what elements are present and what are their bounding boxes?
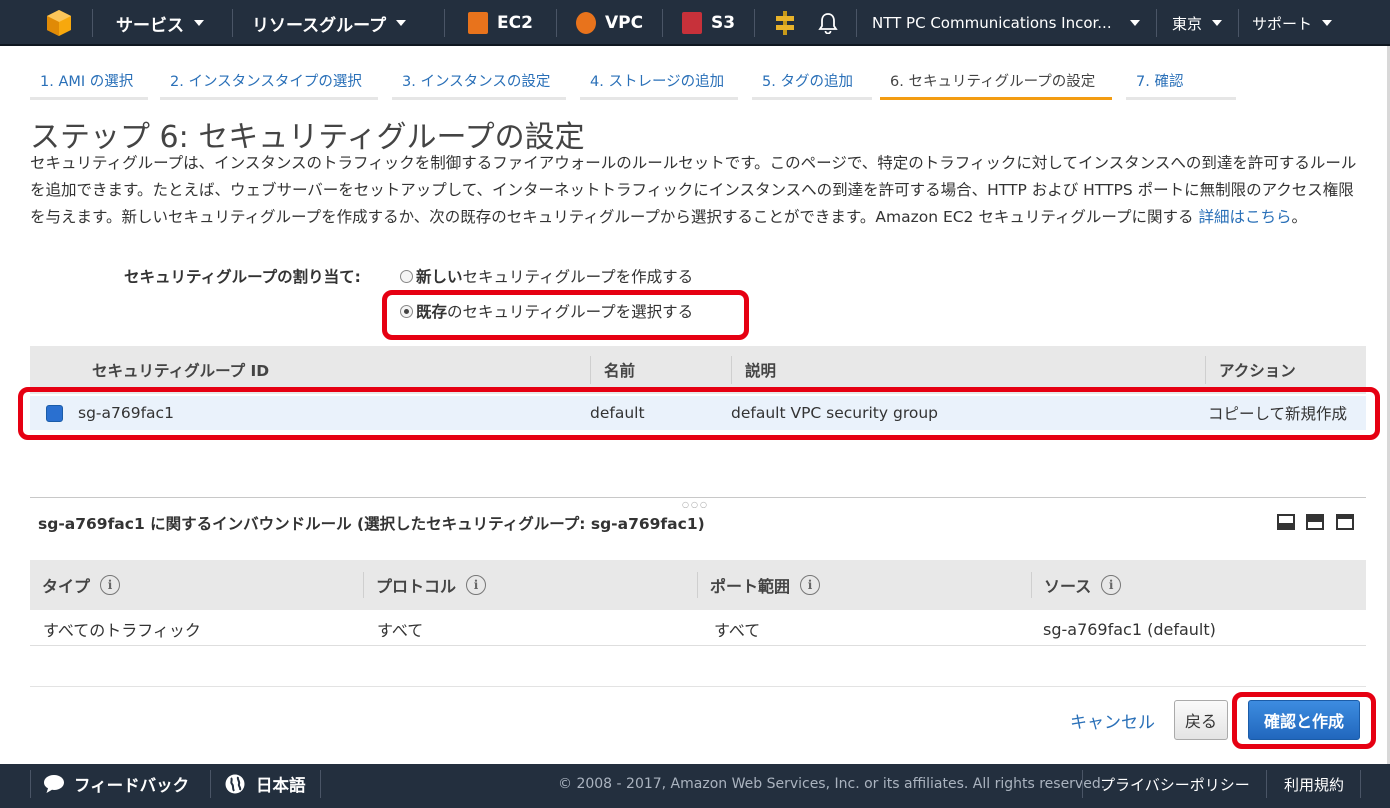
pane-maximize-icon[interactable]	[1336, 514, 1354, 530]
shortcut-vpc-label: VPC	[605, 13, 644, 33]
rule-source-cell: sg-a769fac1 (default)	[1043, 619, 1216, 639]
radio-button[interactable]	[400, 269, 413, 283]
info-icon[interactable]: i	[800, 575, 821, 595]
aws-logo-icon[interactable]	[44, 0, 74, 46]
pin-icon[interactable]	[774, 0, 796, 46]
step-storage[interactable]: 4. ストレージの追加	[580, 60, 738, 100]
step-review[interactable]: 7. 確認	[1126, 60, 1236, 100]
top-navigation-bar: サービス リソースグループ EC2 VPC S3 NTT PC Communic…	[0, 0, 1390, 46]
step-tags[interactable]: 5. タグの追加	[752, 60, 872, 100]
support-menu[interactable]: サポート	[1252, 0, 1333, 46]
inbound-rules-title: sg-a769fac1 に関するインバウンドルール (選択したセキュリティグルー…	[38, 515, 705, 533]
ec2-icon	[468, 12, 488, 34]
cancel-link[interactable]: キャンセル	[1070, 708, 1155, 733]
rule-protocol-cell: すべて	[377, 621, 424, 640]
shortcut-vpc[interactable]: VPC	[576, 0, 643, 46]
support-label: サポート	[1252, 14, 1313, 33]
s3-icon	[682, 12, 702, 34]
footer: フィードバック 日本語 © 2008 - 2017, Amazon Web Se…	[0, 764, 1390, 808]
terms-link[interactable]: 利用規約	[1284, 764, 1344, 804]
resource-groups-label: リソースグループ	[252, 15, 387, 36]
pane-minimize-icon[interactable]	[1277, 514, 1295, 530]
privacy-policy-link[interactable]: プライバシーポリシー	[1100, 764, 1250, 804]
back-button[interactable]: 戻る	[1174, 700, 1228, 740]
intro-end: 。	[1291, 208, 1307, 226]
learn-more-link[interactable]: 詳細はこちら	[1198, 208, 1291, 226]
rule-port-cell: すべて	[714, 621, 761, 640]
services-menu[interactable]: サービス	[116, 0, 204, 46]
column-type: タイプ i	[30, 560, 121, 610]
shortcut-ec2[interactable]: EC2	[468, 0, 533, 46]
radio-new-bold: 新しい	[416, 268, 463, 286]
chevron-down-icon	[1322, 20, 1333, 26]
speech-bubble-icon	[44, 775, 64, 793]
resource-groups-menu[interactable]: リソースグループ	[252, 0, 407, 46]
shortcut-s3-label: S3	[711, 13, 736, 33]
step-ami[interactable]: 1. AMI の選択	[30, 60, 148, 100]
step-instance-config[interactable]: 3. インスタンスの設定	[392, 60, 566, 100]
radio-new-label: セキュリティグループを作成する	[462, 268, 694, 286]
shortcut-ec2-label: EC2	[497, 13, 533, 33]
account-menu[interactable]: NTT PC Communications Incor...	[872, 0, 1140, 46]
region-label: 東京	[1172, 14, 1203, 33]
info-icon[interactable]: i	[100, 575, 121, 595]
language-selector[interactable]: 日本語	[224, 764, 306, 804]
radio-new-security-group[interactable]: 新しい セキュリティグループを作成する	[400, 265, 693, 287]
copyright-text: © 2008 - 2017, Amazon Web Services, Inc.…	[558, 776, 1106, 792]
step-instance-type[interactable]: 2. インスタンスタイプの選択	[160, 60, 378, 100]
highlight-selected-row	[18, 387, 1380, 440]
divider	[30, 686, 1366, 687]
step-security-group[interactable]: 6. セキュリティグループの設定	[880, 60, 1112, 100]
table-row: すべてのトラフィック すべて すべて sg-a769fac1 (default)	[30, 612, 1366, 646]
bell-icon[interactable]	[818, 0, 838, 46]
intro-text: セキュリティグループは、インスタンスのトラフィックを制御するファイアウォールのル…	[30, 150, 1365, 231]
highlight-existing-option	[382, 290, 749, 340]
language-label: 日本語	[256, 776, 306, 795]
column-type-label: タイプ	[42, 577, 91, 596]
shortcut-s3[interactable]: S3	[682, 0, 735, 46]
feedback-button[interactable]: フィードバック	[42, 764, 189, 804]
column-port-range-label: ポート範囲	[710, 577, 791, 596]
chevron-down-icon	[194, 20, 204, 26]
info-icon[interactable]: i	[1101, 575, 1122, 595]
column-protocol: プロトコル i	[364, 560, 487, 610]
services-label: サービス	[116, 15, 184, 36]
assign-label: セキュリティグループの割り当て:	[124, 268, 361, 286]
drag-handle-icon[interactable]: ○○○	[682, 500, 709, 509]
vpc-icon	[576, 12, 596, 34]
chevron-down-icon	[1129, 20, 1140, 26]
column-source: ソース i	[1032, 560, 1122, 610]
intro-body: セキュリティグループは、インスタンスのトラフィックを制御するファイアウォールのル…	[30, 154, 1357, 226]
chevron-down-icon	[1212, 20, 1223, 26]
column-source-label: ソース	[1044, 577, 1092, 596]
inbound-table-header: タイプ i プロトコル i ポート範囲 i ソース i	[30, 560, 1366, 610]
highlight-review-button	[1232, 692, 1376, 749]
column-protocol-label: プロトコル	[376, 577, 457, 596]
pane-split-icon[interactable]	[1306, 514, 1324, 530]
info-icon[interactable]: i	[466, 575, 487, 595]
feedback-label: フィードバック	[74, 776, 190, 795]
chevron-down-icon	[396, 20, 407, 26]
pane-divider[interactable]	[30, 497, 1366, 498]
rule-type-cell: すべてのトラフィック	[43, 621, 201, 640]
account-label: NTT PC Communications Incor...	[872, 14, 1112, 32]
column-port-range: ポート範囲 i	[698, 560, 821, 610]
globe-icon	[225, 774, 245, 794]
region-menu[interactable]: 東京	[1172, 0, 1223, 46]
